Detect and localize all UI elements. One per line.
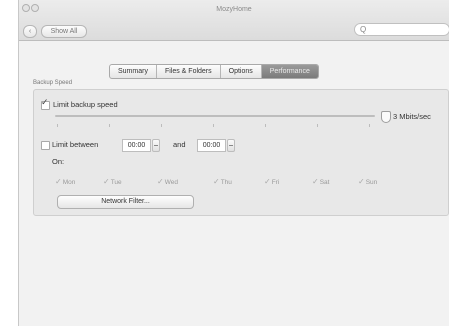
backup-speed-group-label: Backup Speed: [33, 80, 73, 86]
back-button[interactable]: ‹: [23, 25, 37, 38]
end-time-stepper[interactable]: [227, 139, 235, 152]
end-time-field[interactable]: 00:00: [197, 139, 226, 152]
checkmark-icon: ✓: [213, 177, 220, 186]
slider-tick: [369, 124, 370, 127]
checkmark-icon: ✓: [55, 177, 62, 186]
tab-performance[interactable]: Performance: [261, 65, 318, 78]
preferences-window: MozyHome ‹ Show All Q Summary Files & Fo…: [18, 0, 449, 326]
limit-between-label: Limit between: [52, 140, 99, 149]
show-all-button[interactable]: Show All: [41, 25, 87, 38]
day-checkbox-mon[interactable]: ✓Mon: [55, 177, 75, 186]
checkmark-icon: ✓: [157, 177, 164, 186]
slider-tick: [161, 124, 162, 127]
day-checkbox-fri[interactable]: ✓Fri: [264, 177, 279, 186]
on-label: On:: [52, 157, 65, 166]
checkmark-icon: ✓: [312, 177, 319, 186]
day-checkbox-thu[interactable]: ✓Thu: [213, 177, 232, 186]
and-label: and: [173, 140, 186, 149]
tab-options[interactable]: Options: [221, 65, 262, 78]
day-checkbox-sat[interactable]: ✓Sat: [312, 177, 329, 186]
day-checkbox-sun[interactable]: ✓Sun: [358, 177, 377, 186]
speed-slider-track[interactable]: [55, 115, 375, 117]
search-icon: Q: [360, 25, 367, 34]
checkmark-icon: ✓: [264, 177, 271, 186]
limit-between-checkbox[interactable]: [41, 141, 50, 150]
tab-bar: Summary Files & Folders Options Performa…: [109, 64, 319, 79]
tab-files-folders[interactable]: Files & Folders: [157, 65, 221, 78]
network-filter-button[interactable]: Network Filter...: [57, 195, 194, 209]
limit-speed-label: Limit backup speed: [53, 100, 118, 109]
slider-tick: [317, 124, 318, 127]
start-time-field[interactable]: 00:00: [122, 139, 151, 152]
day-checkbox-tue[interactable]: ✓Tue: [103, 177, 122, 186]
slider-tick: [213, 124, 214, 127]
checkmark-icon: ✓: [103, 177, 110, 186]
title-bar: MozyHome ‹ Show All Q: [19, 0, 449, 41]
day-checkbox-wed[interactable]: ✓Wed: [157, 177, 178, 186]
slider-tick: [57, 124, 58, 127]
search-input[interactable]: Q: [354, 23, 449, 36]
start-time-stepper[interactable]: [152, 139, 160, 152]
checkmark-icon: ✓: [41, 97, 49, 107]
checkmark-icon: ✓: [358, 177, 365, 186]
slider-tick: [265, 124, 266, 127]
speed-slider-thumb[interactable]: [381, 111, 391, 123]
tab-summary[interactable]: Summary: [110, 65, 157, 78]
speed-value-label: 3 Mbits/sec: [393, 112, 431, 121]
slider-tick: [109, 124, 110, 127]
window-title: MozyHome: [216, 6, 252, 13]
